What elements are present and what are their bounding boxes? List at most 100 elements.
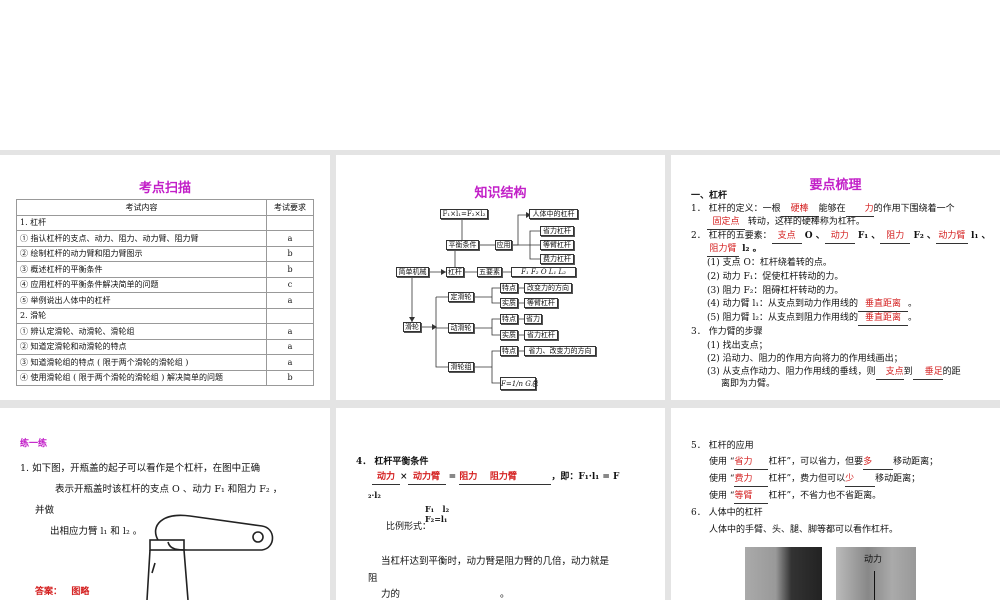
row-requirement: b <box>266 245 314 262</box>
box-essence-value: 省力杠杆 <box>524 330 558 340</box>
box-essence: 实质 <box>500 330 518 340</box>
body-text: 人体中的手臂、头、腿、脚等都可以看作杠杆。 <box>709 525 899 535</box>
row-requirement: a <box>266 292 314 309</box>
step-3-cont: 离即为力臂。 <box>721 379 776 389</box>
table-row: ② 知道定滑轮和动滑轮的特点 a <box>16 338 314 355</box>
balance-heading: 4． 杠杆平衡条件 <box>356 457 429 467</box>
box-equal-arm: 等臂杠杆 <box>540 240 574 250</box>
box-balance: 平衡条件 <box>446 240 479 250</box>
head-photo <box>745 547 822 600</box>
section-heading: 一、杠杆 <box>691 191 728 201</box>
row-content: ① 辨认定滑轮、动滑轮、滑轮组 <box>16 323 267 340</box>
application-3: 使用 “等臂 杠杆”，不省力也不省距离。 <box>709 489 881 504</box>
box-feature: 特点 <box>500 314 518 324</box>
answer-blank: 阻力 阻力臂 <box>459 470 552 485</box>
exam-table: 考试内容 考试要求 1. 杠杆 ① 指认杠杆的支点、动力、阻力、动力臂、阻力臂 a ② … <box>16 199 314 386</box>
box-feature: 特点 <box>500 283 518 293</box>
row-content: ③ 概述杠杆的平衡条件 <box>16 261 267 278</box>
equation-cont: ₂·l₂ <box>368 490 381 500</box>
row-content: ③ 知道滑轮组的特点 ( 限于两个滑轮的滑轮组 ) <box>16 354 267 371</box>
table-row: ④ 应用杠杆的平衡条件解决简单的问题 c <box>16 276 314 293</box>
slide-exam-points[interactable]: 考点扫描 考试内容 考试要求 1. 杠杆 ① 指认杠杆的支点、动力、阻力、动力臂、阻… <box>0 155 330 400</box>
header-requirement: 考试要求 <box>266 199 314 216</box>
row-requirement <box>266 214 314 231</box>
table-row: ③ 概述杠杆的平衡条件 b <box>16 261 314 278</box>
row-requirement <box>266 307 314 324</box>
row-content: ④ 应用杠杆的平衡条件解决简单的问题 <box>16 276 267 293</box>
box-feature-value: 省力、改变力的方向 <box>524 346 596 356</box>
slide-title: 考点扫描 <box>138 181 191 196</box>
slide-lever-application[interactable]: 5． 杠杆的应用 使用 “省力 杠杆”，可以省力，但要多 移动距离； 使用 “费力杠… <box>671 408 1000 600</box>
application-1: 使用 “省力 杠杆”，可以省力，但要多 移动距离； <box>709 455 938 470</box>
box-force-saving: 省力杠杆 <box>540 226 574 236</box>
five-elements-line-2: 阻力臂 l₂ 。 <box>707 242 762 257</box>
diagram-connectors <box>409 212 540 384</box>
foot-photo: 动力 <box>836 547 916 600</box>
paragraph-end: 力的 几分之一。 <box>381 584 510 600</box>
box-fixed-pulley: 定滑轮 <box>448 292 474 302</box>
row-requirement: b <box>266 369 314 386</box>
detail-4: (4) 动力臂 l₁：从支点到动力作用线的 垂直距离。 <box>707 297 917 312</box>
box-apply: 应用 <box>495 240 512 250</box>
table-row: ④ 使用滑轮组 ( 限于两个滑轮的滑轮组 ) 解决简单的问题 b <box>16 369 314 386</box>
row-requirement: c <box>266 276 314 293</box>
box-body-lever: 人体中的杠杆 <box>529 209 578 219</box>
slide-knowledge-structure[interactable]: 知识结构 F₁×l₁=F₂×l₂ 人体中的杠杆 省力杠杆 等臂杠杆 费力杠杆 平… <box>336 155 665 400</box>
row-requirement: b <box>266 261 314 278</box>
table-row: ⑤ 举例说出人体中的杠杆 a <box>16 292 314 309</box>
balance-equation: 动力 × 动力臂 = 阻力 阻力臂 ，即：F₁·l₁ = F <box>372 470 619 485</box>
row-content: ④ 使用滑轮组 ( 限于两个滑轮的滑轮组 ) 解决简单的问题 <box>16 369 267 386</box>
box-essence-value: 等臂杠杆 <box>524 298 558 308</box>
row-requirement: a <box>266 323 314 340</box>
box-pulley-formula: F=1/n G总 <box>500 377 538 390</box>
paragraph: 当杠杆达到平衡时，动力臂是阻力臂的几倍，动力就是 <box>381 556 610 567</box>
box-five-elements: 五要素 <box>477 267 502 277</box>
box-formula: F₁×l₁=F₂×l₂ <box>440 209 488 219</box>
row-content: 2. 滑轮 <box>16 307 267 324</box>
table-row: ① 指认杠杆的支点、动力、阻力、动力臂、阻力臂 a <box>16 230 314 247</box>
table-row: ② 绘制杠杆的动力臂和阻力臂图示 b <box>16 245 314 262</box>
row-content: ⑤ 举例说出人体中的杠杆 <box>16 292 267 309</box>
box-pulley: 滑轮 <box>403 322 421 332</box>
application-2: 使用 “费力 杠杆”，费力但可以少 移动距离； <box>709 472 920 487</box>
box-moving-pulley: 动滑轮 <box>448 323 474 333</box>
slide-practice[interactable]: 练一练 1. 如下图，开瓶盖的起子可以看作是个杠杆，在图中正确 表示开瓶盖时该杠… <box>0 408 330 600</box>
table-row: ① 辨认定滑轮、动滑轮、滑轮组 a <box>16 323 314 340</box>
body-heading: 6． 人体中的杠杆 <box>691 508 763 518</box>
row-content: ① 指认杠杆的支点、动力、阻力、动力臂、阻力臂 <box>16 230 267 247</box>
definition-line-2: 固定点 转动，这样的硬棒称为杠杆。 <box>707 215 865 230</box>
row-content: ② 知道定滑轮和动滑轮的特点 <box>16 338 267 355</box>
slide-balance-condition[interactable]: 4． 杠杆平衡条件 动力 × 动力臂 = 阻力 阻力臂 ，即：F₁·l₁ = F ₂·… <box>336 408 665 600</box>
table-row: 2. 滑轮 <box>16 307 314 324</box>
box-feature-value: 改变力的方向 <box>524 283 572 293</box>
detail-2: (2) 动力 F₁：促使杠杆转动的力。 <box>707 272 844 282</box>
box-force-costing: 费力杠杆 <box>540 254 574 264</box>
steps-heading: 3． 作力臂的步骤 <box>691 327 763 337</box>
box-feature: 特点 <box>500 346 518 356</box>
box-simple-machines: 简单机械 <box>396 267 429 277</box>
step-2: (2) 沿动力、阻力的作用方向将力的作用线画出； <box>707 354 903 364</box>
table-row: 1. 杠杆 <box>16 214 314 231</box>
box-feature-value: 省力 <box>524 314 542 324</box>
table-row: ③ 知道滑轮组的特点 ( 限于两个滑轮的滑轮组 ) a <box>16 354 314 371</box>
detail-1: (1) 支点 O：杠杆绕着转的点。 <box>707 258 832 268</box>
box-elements: F₁ F₂ O L₁ L₂ <box>511 267 576 277</box>
box-lever: 杠杆 <box>446 267 464 277</box>
answer: 答案： 图略 <box>35 587 90 597</box>
row-requirement: a <box>266 230 314 247</box>
slide-key-points[interactable]: 要点梳理 一、杠杆 1． 杠杆的定义：一根 硬棒 能够在 力的作用下围绕着一个 固定点… <box>671 155 1000 400</box>
box-pulley-group: 滑轮组 <box>448 362 474 372</box>
header-content: 考试内容 <box>16 199 267 216</box>
detail-3: (3) 阻力 F₂：阻碍杠杆转动的力。 <box>707 286 844 296</box>
bottle-opener-figure <box>146 514 274 600</box>
effort-arrow-icon <box>874 571 875 600</box>
row-content: ② 绘制杠杆的动力臂和阻力臂图示 <box>16 245 267 262</box>
effort-label: 动力 <box>864 555 883 565</box>
ratio-label: 比例形式： <box>386 522 432 532</box>
row-content: 1. 杠杆 <box>16 214 267 231</box>
row-requirement: a <box>266 354 314 371</box>
table-header: 考试内容 考试要求 <box>16 199 314 216</box>
detail-5: (5) 阻力臂 l₂：从支点到阻力作用线的 垂直距离。 <box>707 311 917 326</box>
paragraph-cont: 阻 <box>368 573 378 584</box>
box-essence: 实质 <box>500 298 518 308</box>
